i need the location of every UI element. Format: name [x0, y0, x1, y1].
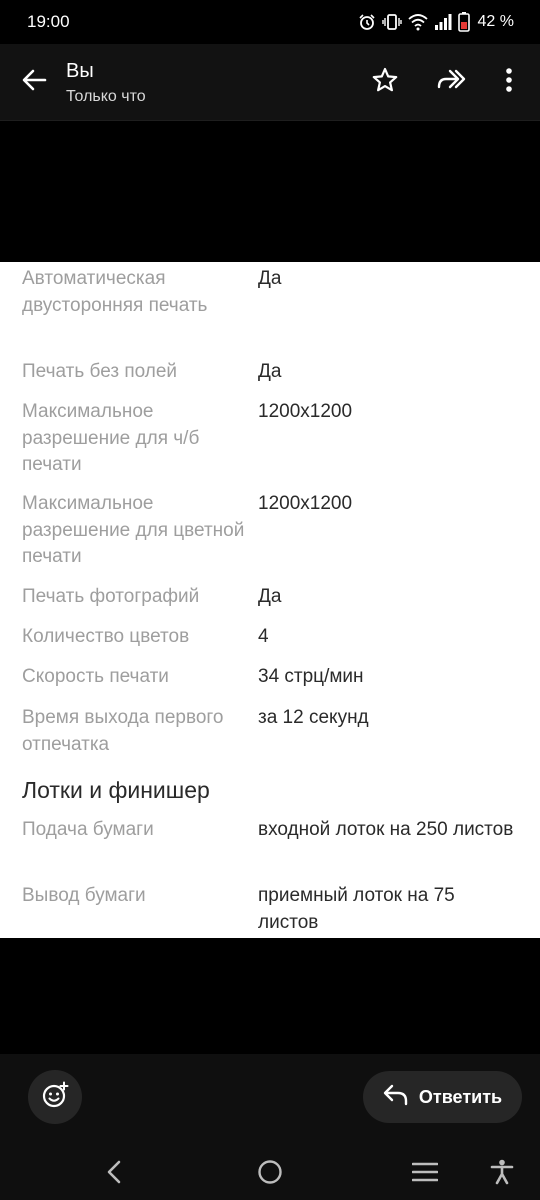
battery-icon	[457, 12, 470, 32]
page-title: Вы	[66, 60, 94, 82]
spec-row: Время выхода первого отпечатка за 12 сек…	[22, 705, 522, 758]
spec-row: Максимальное разрешение для цветной печа…	[22, 491, 522, 571]
alarm-icon	[358, 13, 376, 31]
spec-label: Скорость печати	[22, 666, 169, 687]
spec-value: входной лоток на 250 листов	[258, 819, 514, 840]
app-bar: Вы Только что	[0, 44, 540, 121]
nav-back-icon	[104, 1160, 124, 1189]
spec-row: Количество цветов 4	[22, 624, 522, 651]
spec-row: Скорость печати 34 стрц/мин	[22, 664, 522, 691]
spec-label: Подача бумаги	[22, 819, 154, 840]
status-bar: 19:00 42 %	[0, 0, 540, 44]
accessibility-button[interactable]	[482, 1154, 522, 1194]
spec-row: Подача бумаги входной лоток на 250 листо…	[22, 817, 522, 844]
add-reaction-button[interactable]	[28, 1070, 82, 1124]
nav-home-button[interactable]	[250, 1154, 290, 1194]
spec-row: Максимальное разрешение для ч/б печати 1…	[22, 399, 522, 479]
status-icons: 42 %	[358, 11, 514, 33]
media-placeholder-top	[0, 121, 540, 262]
recents-icon	[411, 1161, 439, 1188]
back-arrow-icon	[21, 67, 47, 98]
reply-icon	[383, 1084, 409, 1111]
more-vert-icon	[505, 67, 513, 98]
spec-row: Печать без полей Да	[22, 359, 522, 386]
spec-label: Количество цветов	[22, 626, 190, 647]
signal-icon	[434, 13, 452, 31]
spec-row: Автоматическая двусторонняя печать Да	[22, 266, 522, 319]
spec-row: Печать фотографий Да	[22, 584, 522, 611]
emoji-add-icon	[41, 1081, 69, 1114]
accessibility-icon	[490, 1159, 514, 1190]
spec-label: Автоматическая двусторонняя печать	[22, 268, 208, 316]
spec-label: Вывод бумаги	[22, 885, 146, 906]
message-body[interactable]: Автоматическая двусторонняя печать Да Пе…	[0, 262, 540, 938]
spec-value: 34 стрц/мин	[258, 666, 364, 687]
home-icon	[257, 1159, 283, 1190]
spec-value: 1200x1200	[258, 401, 353, 422]
spec-value: 1200x1200	[258, 493, 353, 514]
section-heading: Лотки и финишер	[22, 777, 210, 803]
vibrate-icon	[381, 13, 402, 31]
system-nav-bar	[0, 1146, 540, 1200]
reply-button[interactable]: Ответить	[363, 1071, 522, 1123]
more-options-button[interactable]	[489, 62, 529, 102]
wifi-icon	[407, 13, 428, 31]
spec-value: приемный лоток на 75 листов	[258, 885, 455, 933]
status-time: 19:00	[27, 12, 70, 31]
battery-percent: 42 %	[477, 13, 514, 30]
spec-label: Печать без полей	[22, 361, 178, 382]
forward-icon	[436, 68, 466, 97]
reply-button-label: Ответить	[418, 1086, 503, 1107]
spec-value: 4	[258, 626, 269, 647]
spec-label: Печать фотографий	[22, 586, 200, 607]
spec-label: Время выхода первого отпечатка	[22, 707, 224, 755]
spec-label: Максимальное разрешение для ч/б печати	[22, 401, 200, 475]
spec-value: за 12 секунд	[258, 707, 369, 728]
spec-row: Вывод бумаги приемный лоток на 75 листов	[22, 883, 522, 936]
back-button[interactable]	[14, 62, 54, 102]
spec-label: Максимальное разрешение для цветной печа…	[22, 493, 245, 567]
spec-value: Да	[258, 268, 282, 289]
star-button[interactable]	[365, 62, 405, 102]
star-icon	[372, 67, 398, 98]
page-subtitle: Только что	[66, 88, 146, 105]
nav-back-button[interactable]	[94, 1154, 134, 1194]
spec-value: Да	[258, 361, 282, 382]
spec-value: Да	[258, 586, 282, 607]
forward-button[interactable]	[431, 62, 471, 102]
nav-recents-button[interactable]	[405, 1154, 445, 1194]
media-placeholder-bottom	[0, 938, 540, 1054]
